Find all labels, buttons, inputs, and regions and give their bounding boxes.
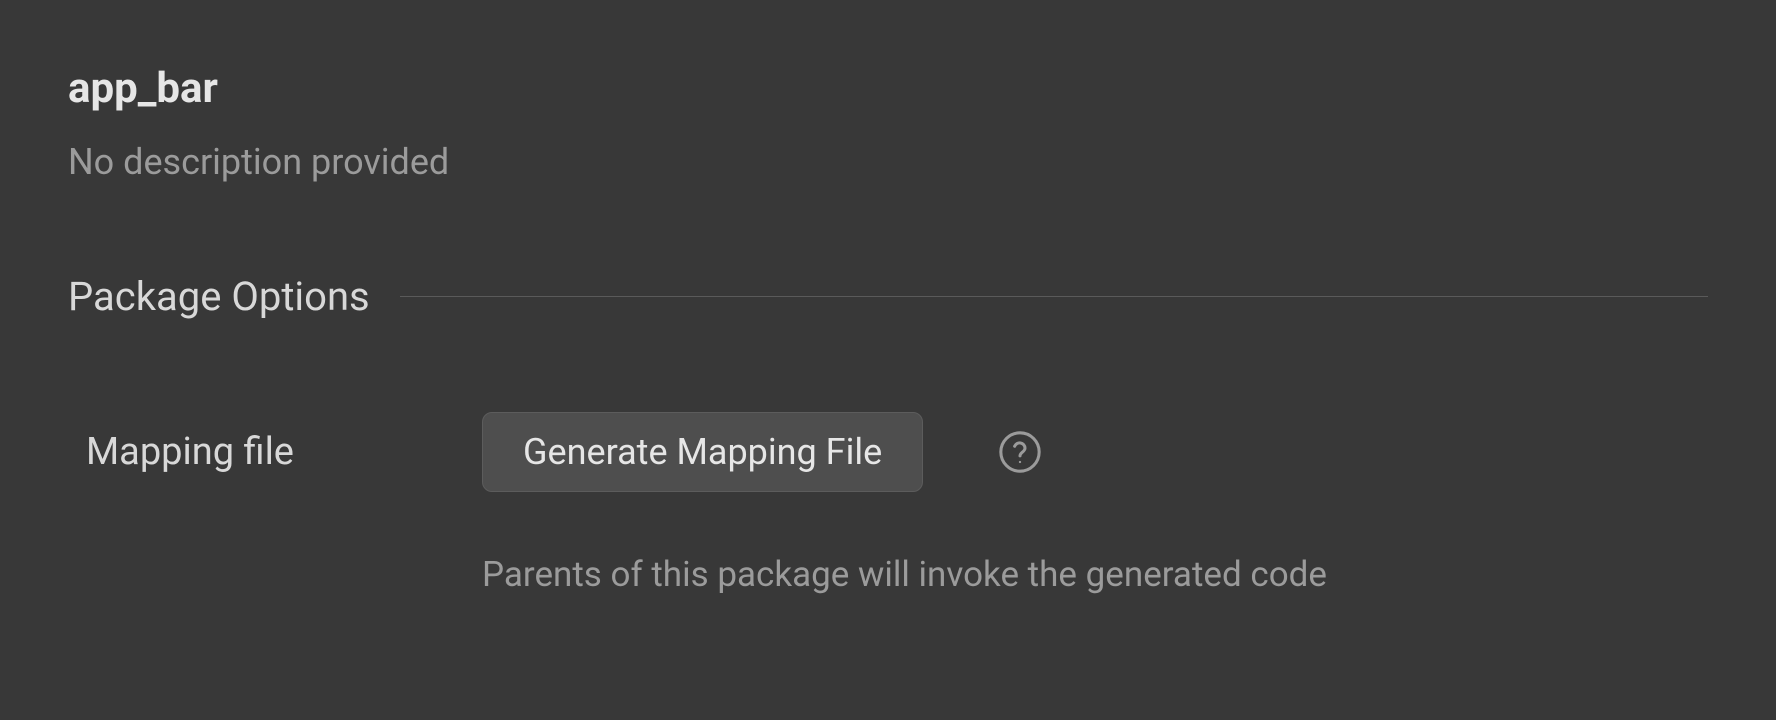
mapping-file-row: Mapping file Generate Mapping File: [68, 412, 1708, 492]
mapping-file-label: Mapping file: [86, 430, 482, 474]
mapping-hint-text: Parents of this package will invoke the …: [482, 554, 1708, 595]
section-divider: [400, 296, 1708, 297]
section-header: Package Options: [68, 273, 1708, 320]
generate-mapping-file-button[interactable]: Generate Mapping File: [482, 412, 923, 492]
package-title: app_bar: [68, 64, 1708, 113]
mapping-hint-row: Parents of this package will invoke the …: [68, 554, 1708, 595]
package-description: No description provided: [68, 141, 1708, 183]
section-title: Package Options: [68, 273, 370, 320]
help-icon[interactable]: [997, 429, 1043, 475]
